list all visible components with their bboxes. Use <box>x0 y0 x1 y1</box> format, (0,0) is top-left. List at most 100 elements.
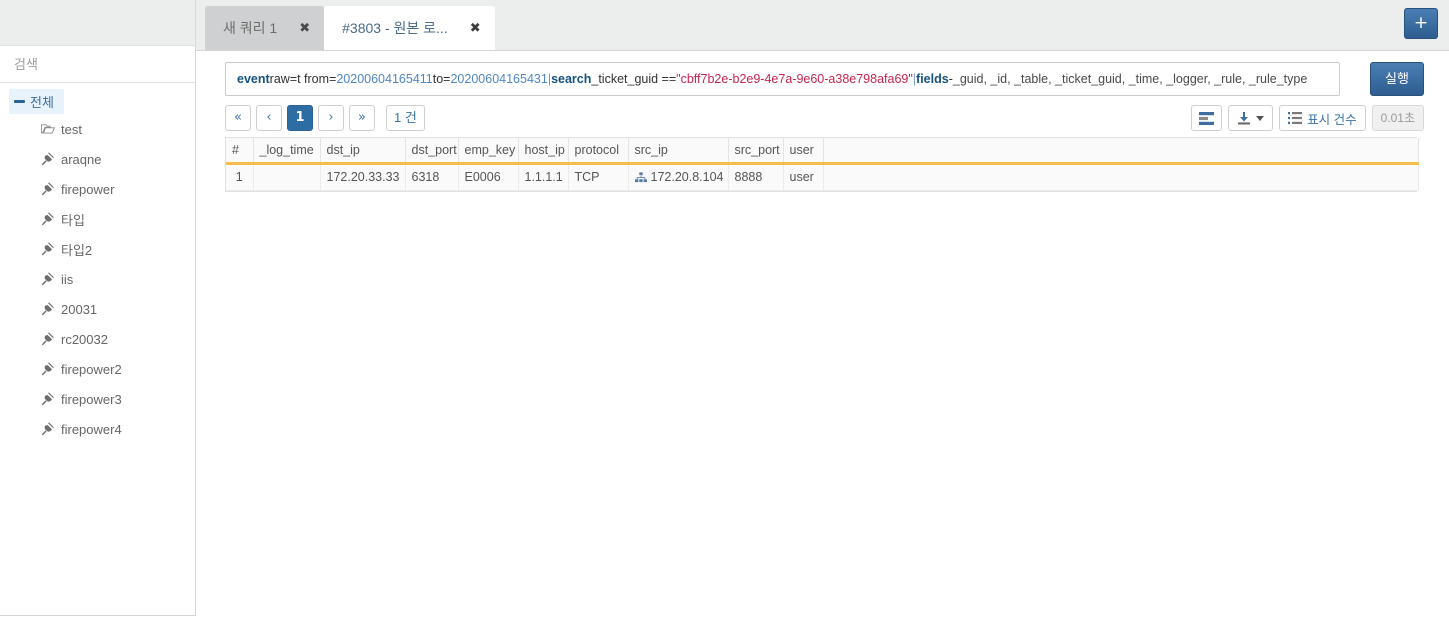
sidebar-item-label: rc20032 <box>61 331 108 347</box>
cell-value: E0006 <box>464 170 501 184</box>
plug-icon <box>41 272 54 286</box>
query-token-kw: event <box>237 72 270 86</box>
elapsed-time: 0.01초 <box>1371 105 1424 131</box>
results-table-container: # _log_time dst_ip dst_port emp_key host_ip pr… <box>225 137 1419 192</box>
plug-icon <box>41 362 54 376</box>
table-header-row: # _log_time dst_ip dst_port emp_key host_ip pr… <box>226 138 1419 165</box>
cell-emp_key[interactable]: E0006 <box>458 163 519 191</box>
app-root: 전체 test araqne firepower 타입타입2 iis 20031 rc200… <box>0 0 1449 618</box>
display-count-button[interactable]: 표시 건수 <box>1279 105 1366 131</box>
page-prev-button[interactable]: ‹ <box>256 105 282 131</box>
column-header-emp_key[interactable]: emp_key <box>458 138 519 165</box>
sidebar-item-firepower3[interactable]: firepower3 <box>0 384 195 414</box>
cell-value: 6318 <box>411 170 440 184</box>
sidebar-item-타입[interactable]: 타입 <box>0 204 195 234</box>
column-header-src_ip[interactable]: src_ip <box>628 138 729 165</box>
query-input[interactable]: event raw=t from= 20200604165411 to= 20200… <box>225 62 1340 96</box>
close-icon[interactable]: ✖ <box>299 22 310 35</box>
tab-list: 새 쿼리 1 ✖ #3803 - 원본 로... ✖ <box>205 6 495 50</box>
page-first-button[interactable]: « <box>225 105 251 131</box>
sidebar-item-타입2[interactable]: 타입2 <box>0 234 195 264</box>
column-header-user[interactable]: user <box>783 138 824 165</box>
sidebar-item-label: firepower2 <box>61 361 122 377</box>
cell-idx[interactable]: 1 <box>226 163 254 191</box>
sidebar-item-20031[interactable]: 20031 <box>0 294 195 324</box>
download-icon <box>1238 112 1251 125</box>
tab-label: #3803 - 원본 로... <box>342 20 448 36</box>
view-mode-button[interactable] <box>1191 105 1223 131</box>
sidebar-item-label: firepower3 <box>61 391 122 407</box>
sidebar-item-test[interactable]: test <box>0 114 195 144</box>
cell-value: 1 <box>235 170 243 184</box>
column-header-host_ip[interactable]: host_ip <box>518 138 569 165</box>
column-header-filler <box>823 138 1419 165</box>
page-1-button[interactable]: 1 <box>287 105 313 131</box>
plus-icon: + <box>1413 13 1429 33</box>
sidebar-item-firepower4[interactable]: firepower4 <box>0 414 195 444</box>
tree-root-all[interactable]: 전체 <box>9 89 64 114</box>
column-header-dst_port[interactable]: dst_port <box>405 138 459 165</box>
sidebar-item-label: 타입 <box>61 212 85 228</box>
toolbar-right-group: 표시 건수 0.01초 <box>1191 105 1424 131</box>
results-toolbar: « ‹ 1 › » 1 건 표시 건수 0.01초 <box>225 105 1424 131</box>
column-header-src_port[interactable]: src_port <box>728 138 784 165</box>
close-icon[interactable]: ✖ <box>470 22 481 35</box>
network-icon <box>634 172 647 183</box>
cell-dst_port[interactable]: 6318 <box>405 163 459 191</box>
cell-src_ip[interactable]: 172.20.8.104 <box>628 163 729 191</box>
cell-value: user <box>789 170 814 184</box>
query-token-num: 20200604165431 <box>450 72 548 86</box>
plug-icon <box>41 182 54 196</box>
run-query-label: 실행 <box>1385 71 1409 86</box>
result-count-badge: 1 건 <box>386 105 425 131</box>
cell-src_port[interactable]: 8888 <box>728 163 784 191</box>
cell-filler <box>823 163 1419 191</box>
table-row[interactable]: 1 172.20.33.33 6318 E0006 1.1.1.1 TCP 172.20.8… <box>226 163 1419 191</box>
cell-host_ip[interactable]: 1.1.1.1 <box>518 163 569 191</box>
add-tab-button[interactable]: + <box>1404 8 1438 39</box>
column-header-protocol[interactable]: protocol <box>568 138 629 165</box>
query-token-plain: _ticket_guid == <box>591 72 677 86</box>
sidebar-item-iis[interactable]: iis <box>0 264 195 294</box>
minus-icon[interactable] <box>14 100 25 103</box>
search-input[interactable] <box>12 55 182 73</box>
table-body: 1 172.20.33.33 6318 E0006 1.1.1.1 TCP 172.20.8… <box>226 163 1419 191</box>
cell-value: 172.20.8.104 <box>650 170 724 184</box>
tab-label: 새 쿼리 1 <box>223 20 278 36</box>
sidebar-item-label: iis <box>61 271 74 287</box>
sidebar-item-firepower[interactable]: firepower <box>0 174 195 204</box>
tab-2[interactable]: #3803 - 원본 로... ✖ <box>324 6 495 50</box>
column-header-idx[interactable]: # <box>226 138 254 165</box>
sidebar-item-firepower2[interactable]: firepower2 <box>0 354 195 384</box>
sidebar-item-label: 20031 <box>61 301 98 317</box>
tab-1[interactable]: 새 쿼리 1 ✖ <box>205 6 325 50</box>
column-header-_log_time[interactable]: _log_time <box>253 138 321 165</box>
source-tree: 전체 test araqne firepower 타입타입2 iis 20031 rc200… <box>0 83 195 444</box>
sidebar-item-rc20032[interactable]: rc20032 <box>0 324 195 354</box>
sidebar-header <box>0 0 195 46</box>
tab-bar: 새 쿼리 1 ✖ #3803 - 원본 로... ✖ + <box>196 0 1449 51</box>
folder-icon <box>41 124 55 134</box>
query-token-plain: to= <box>432 72 451 86</box>
cell-user[interactable]: user <box>783 163 824 191</box>
cell-_log_time[interactable] <box>253 163 321 191</box>
run-query-button[interactable]: 실행 <box>1370 62 1424 96</box>
query-token-plain: raw=t from= <box>269 72 337 86</box>
download-button[interactable] <box>1228 105 1274 131</box>
list-view-icon <box>1199 111 1215 125</box>
sidebar-search-box[interactable] <box>0 46 195 83</box>
query-token-num: 20200604165411 <box>336 72 433 86</box>
tree-root-label: 전체 <box>30 95 54 110</box>
plug-icon <box>41 212 54 226</box>
cell-value: 172.20.33.33 <box>326 170 400 184</box>
list-ordered-icon <box>1288 112 1303 124</box>
column-header-dst_ip[interactable]: dst_ip <box>320 138 406 165</box>
page-next-button[interactable]: › <box>318 105 344 131</box>
sidebar-item-label: 타입2 <box>61 242 93 258</box>
query-row: event raw=t from= 20200604165411 to= 20200… <box>225 62 1424 96</box>
display-count-label: 표시 건수 <box>1307 112 1357 127</box>
page-last-button[interactable]: » <box>349 105 375 131</box>
cell-dst_ip[interactable]: 172.20.33.33 <box>320 163 406 191</box>
cell-protocol[interactable]: TCP <box>568 163 629 191</box>
sidebar-item-araqne[interactable]: araqne <box>0 144 195 174</box>
